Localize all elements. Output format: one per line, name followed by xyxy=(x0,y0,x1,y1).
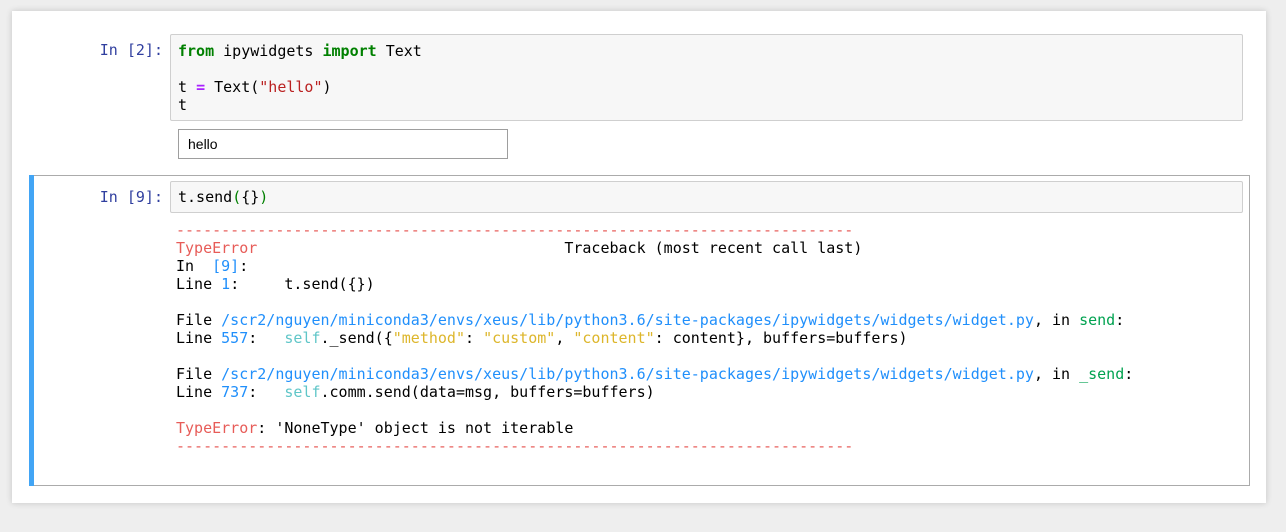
code-text: t.send({}) xyxy=(178,188,269,206)
code-editor[interactable]: t.send({}) xyxy=(170,181,1243,213)
code-text: from ipywidgets import Text t = Text("he… xyxy=(178,42,422,114)
input-prompt: In [9]: xyxy=(99,188,163,206)
text-widget-input[interactable]: hello xyxy=(178,129,508,159)
cell-selection-bar xyxy=(29,175,34,486)
traceback-file-link[interactable]: /scr2/nguyen/miniconda3/envs/xeus/lib/py… xyxy=(221,311,1034,329)
error-traceback: ----------------------------------------… xyxy=(176,221,1134,455)
code-editor[interactable]: from ipywidgets import Text t = Text("he… xyxy=(170,34,1243,121)
input-prompt: In [2]: xyxy=(99,41,163,59)
traceback-file-link[interactable]: /scr2/nguyen/miniconda3/envs/xeus/lib/py… xyxy=(221,365,1034,383)
